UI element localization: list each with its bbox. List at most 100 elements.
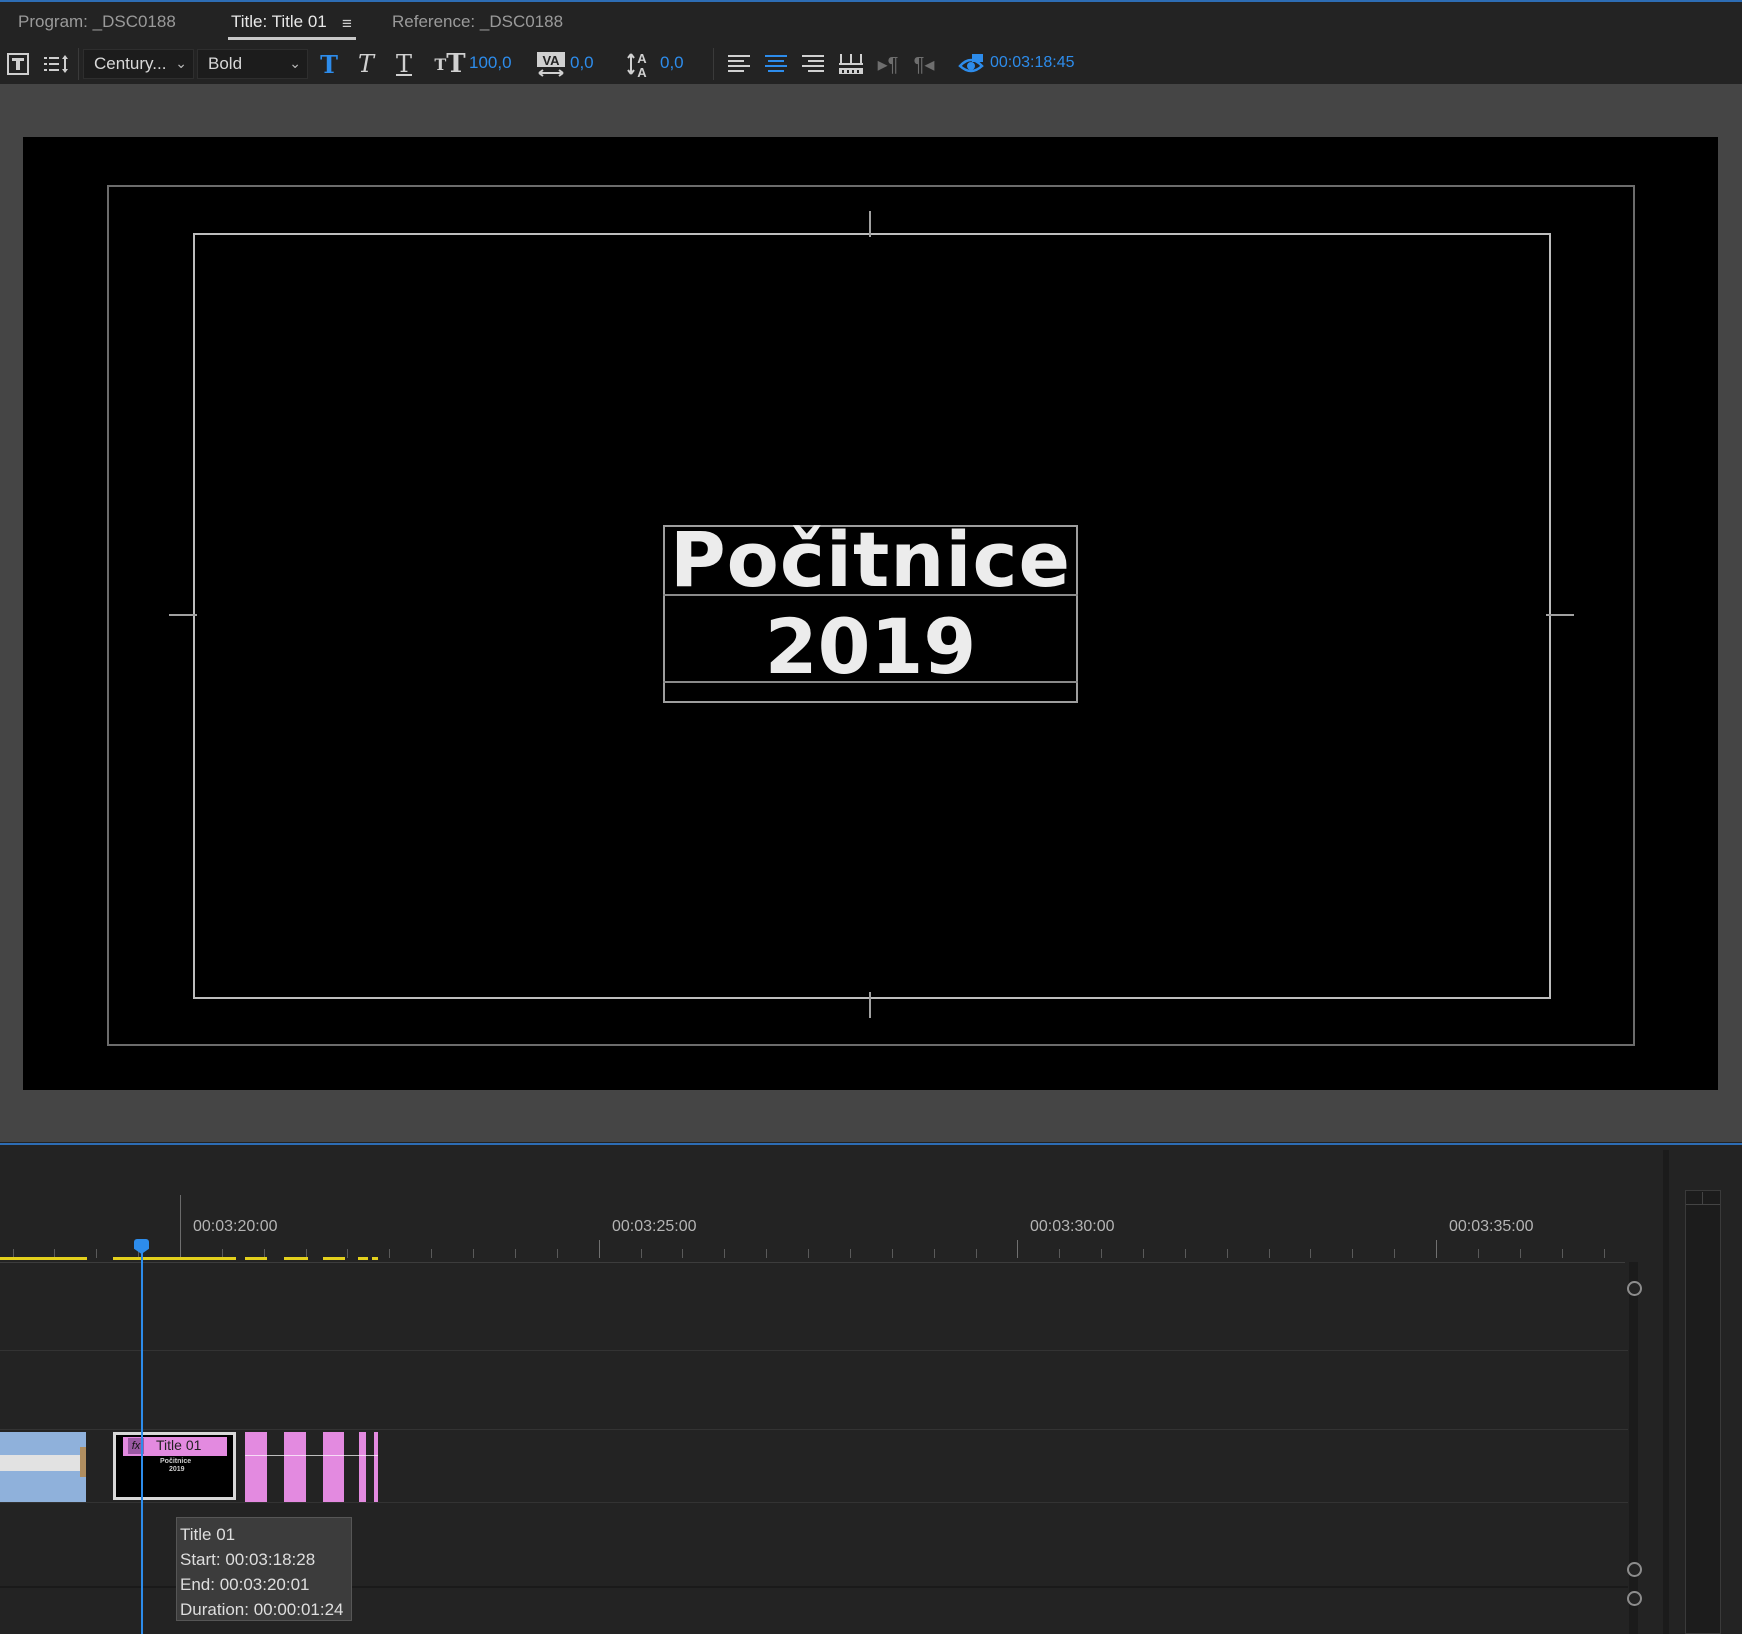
- title-clip[interactable]: [374, 1432, 378, 1502]
- tooltip-start: Start: 00:03:18:28: [180, 1550, 316, 1569]
- track-separator: [0, 1502, 1628, 1503]
- video-clip-edge: [80, 1447, 86, 1477]
- align-center-icon[interactable]: [763, 50, 789, 78]
- title-text-line-1[interactable]: Počitnice: [663, 515, 1078, 605]
- center-mark-bottom: [869, 992, 871, 1018]
- title-clip[interactable]: [323, 1432, 344, 1502]
- work-area-bar: [113, 1257, 236, 1260]
- svg-text:A: A: [637, 51, 647, 66]
- ruler-label: 00:03:35:00: [1449, 1218, 1534, 1235]
- work-area-bar: [323, 1257, 345, 1260]
- panel-focus-border: [0, 0, 1742, 2]
- ruler-tick: [808, 1249, 809, 1258]
- ruler-label: 00:03:30:00: [1030, 1218, 1115, 1235]
- work-area-bar: [284, 1257, 308, 1260]
- work-area-bar: [245, 1257, 267, 1260]
- chevron-down-icon: ⌄: [289, 55, 301, 71]
- new-title-icon[interactable]: [6, 50, 30, 78]
- video-clip-fill: [0, 1455, 80, 1471]
- chevron-down-icon: ⌄: [175, 55, 187, 71]
- ruler-tick: [557, 1249, 558, 1258]
- align-left-icon[interactable]: [726, 50, 752, 78]
- clip-divider: [245, 1455, 378, 1456]
- ruler-tick: [431, 1249, 432, 1258]
- paragraph-direction-ltr-icon[interactable]: ▸¶: [874, 50, 902, 78]
- roll-crawl-options-icon[interactable]: [42, 50, 70, 78]
- ruler-tick: [682, 1249, 683, 1258]
- center-mark-right: [1546, 614, 1574, 616]
- ruler-tick: [766, 1249, 767, 1258]
- ruler-tick: [1101, 1249, 1102, 1258]
- audio-meter-channel-divider: [1702, 1192, 1703, 1204]
- audio-meter-header: [1686, 1192, 1720, 1205]
- active-tab-indicator: [228, 37, 356, 40]
- title-clip-thumbnail-line-1: Počitnice: [160, 1458, 192, 1465]
- ruler-tick: [1352, 1249, 1353, 1258]
- background-timecode[interactable]: 00:03:18:45: [990, 54, 1075, 72]
- leading-value[interactable]: 0,0: [660, 53, 684, 73]
- kerning-icon: VA: [535, 50, 567, 78]
- font-style-dropdown[interactable]: Bold ⌄: [197, 49, 308, 79]
- tab-reference[interactable]: Reference: _DSC0188: [392, 12, 563, 32]
- ruler-tick: [1478, 1249, 1479, 1258]
- track-separator: [0, 1350, 1628, 1351]
- title-clip-thumbnail-line-2: 2019: [169, 1466, 185, 1473]
- ruler-label: 00:03:20:00: [193, 1218, 278, 1235]
- toolbar-separator: [713, 48, 714, 80]
- center-mark-left: [169, 614, 197, 616]
- kerning-value[interactable]: 0,0: [570, 53, 594, 73]
- font-size-value[interactable]: 100,0: [469, 53, 512, 73]
- ruler-tick: [1394, 1249, 1395, 1258]
- title-clip[interactable]: [359, 1432, 366, 1502]
- title-text-line-2[interactable]: 2019: [663, 603, 1078, 691]
- timeline-vertical-scrollbar[interactable]: [1629, 1262, 1638, 1634]
- ruler-tick: [347, 1249, 348, 1258]
- font-family-dropdown[interactable]: Century... ⌄: [83, 49, 194, 79]
- time-ruler-baseline: [0, 1262, 1625, 1263]
- ruler-tick: [976, 1249, 977, 1258]
- work-area-bar: [358, 1257, 368, 1260]
- ruler-tick: [473, 1249, 474, 1258]
- ruler-tick: [1059, 1249, 1060, 1258]
- ruler-tick: [1310, 1249, 1311, 1258]
- tab-title[interactable]: Title: Title 01: [231, 12, 327, 32]
- underline-icon[interactable]: T: [391, 50, 417, 78]
- italic-icon[interactable]: T: [353, 50, 379, 78]
- title-clip[interactable]: [245, 1432, 267, 1502]
- ruler-tick: [1436, 1240, 1437, 1258]
- panel-menu-icon[interactable]: ≡: [342, 14, 352, 34]
- title-clip[interactable]: [284, 1432, 306, 1502]
- show-background-video-icon[interactable]: [957, 50, 985, 78]
- ruler-tick: [1017, 1240, 1018, 1258]
- tab-stops-icon[interactable]: [837, 50, 865, 78]
- ruler-tick: [892, 1249, 893, 1258]
- title-clip-label: Title 01: [156, 1437, 202, 1453]
- ruler-tick: [1227, 1249, 1228, 1258]
- ruler-tick: [599, 1240, 600, 1258]
- playhead-line[interactable]: [141, 1248, 143, 1634]
- ruler-tick: [724, 1249, 725, 1258]
- tab-program[interactable]: Program: _DSC0188: [18, 12, 176, 32]
- ruler-tick: [180, 1240, 181, 1258]
- scrollbar-handle[interactable]: [1627, 1562, 1642, 1577]
- paragraph-direction-rtl-icon[interactable]: ¶◂: [910, 50, 938, 78]
- ruler-tick: [850, 1249, 851, 1258]
- ruler-tick: [1185, 1249, 1186, 1258]
- ruler-tick: [515, 1249, 516, 1258]
- panel-divider[interactable]: [1663, 1150, 1669, 1634]
- scrollbar-handle[interactable]: [1627, 1281, 1642, 1296]
- work-area-bar: [0, 1257, 87, 1260]
- font-style-value: Bold: [208, 54, 243, 73]
- toolbar-separator: [78, 48, 79, 80]
- align-right-icon[interactable]: [800, 50, 826, 78]
- ruler-tick: [389, 1249, 390, 1258]
- audio-meter: [1685, 1190, 1721, 1634]
- leading-icon: AA: [626, 50, 654, 78]
- font-size-icon: TT: [434, 49, 466, 79]
- ruler-tick: [1604, 1249, 1605, 1258]
- tooltip-duration: Duration: 00:00:01:24: [180, 1600, 344, 1619]
- track-separator: [0, 1429, 1628, 1430]
- scrollbar-handle[interactable]: [1627, 1591, 1642, 1606]
- bold-icon[interactable]: T: [316, 50, 342, 79]
- svg-text:A: A: [637, 65, 647, 78]
